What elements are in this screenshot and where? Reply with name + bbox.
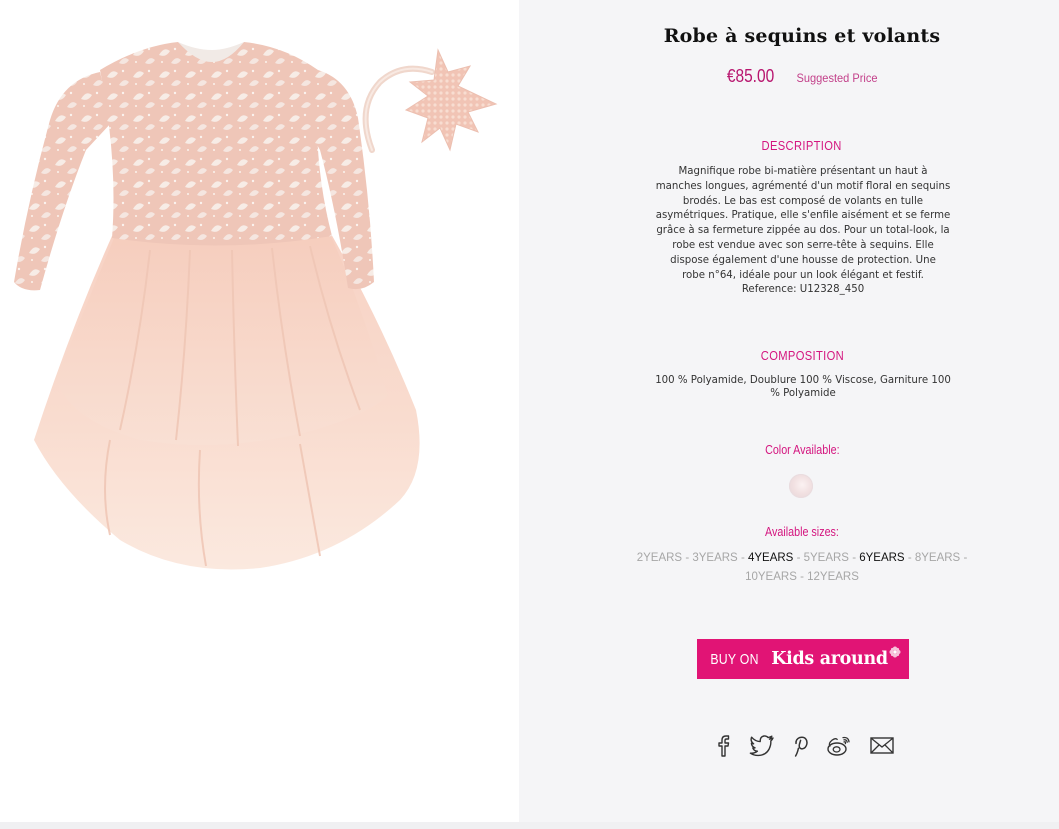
color-swatch[interactable] xyxy=(789,474,813,498)
size-option-available[interactable]: 4YEARS xyxy=(748,552,793,564)
description-line: dispose également d'une housse de protec… xyxy=(670,254,936,266)
description-line: manches longues, agrémenté d'un motif fl… xyxy=(655,180,951,192)
available-sizes-heading: Available sizes: xyxy=(765,525,839,539)
bodice xyxy=(100,42,332,246)
flower-icon xyxy=(889,646,901,658)
description-line: robe est vendue avec son serre-tête à se… xyxy=(672,239,934,251)
email-icon[interactable] xyxy=(867,730,897,760)
size-row: 2YEARS - 3YEARS - 4YEARS - 5YEARS - 6YEA… xyxy=(636,552,968,564)
headband xyxy=(362,48,498,153)
size-option-available[interactable]: 6YEARS xyxy=(859,552,904,564)
description-text: Magnifique robe bi-matière présentant un… xyxy=(642,165,964,298)
composition-heading: COMPOSITION xyxy=(760,348,844,363)
product-info-pane: Robe à sequins et volants €85.00 Suggest… xyxy=(519,0,1059,822)
product-image xyxy=(14,42,498,570)
size-list: 2YEARS - 3YEARS - 4YEARS - 5YEARS - 6YEA… xyxy=(632,549,972,587)
social-share-bar xyxy=(699,730,909,760)
description-line: Magnifique robe bi-matière présentant un… xyxy=(678,166,928,177)
footer-strip xyxy=(0,822,1059,829)
size-option[interactable]: 8YEARS xyxy=(915,552,960,564)
size-option[interactable]: 10YEARS xyxy=(745,571,797,583)
description-line: grâce à sa fermeture zippée au dos. Pour… xyxy=(656,225,950,237)
composition-line: % Polyamide xyxy=(770,387,836,399)
buy-on-kids-around-button[interactable]: BUY ON Kids around xyxy=(697,639,909,679)
color-available-heading: Color Available: xyxy=(764,443,840,457)
skirt-front xyxy=(56,234,388,446)
left-sleeve xyxy=(14,72,112,291)
buy-button-prefix: BUY ON xyxy=(710,650,759,668)
product-page: Robe à sequins et volants €85.00 Suggest… xyxy=(0,0,1059,829)
size-option[interactable]: 12YEARS xyxy=(807,571,859,583)
pinterest-icon[interactable] xyxy=(785,730,815,760)
price-row: €85.00 Suggested Price xyxy=(519,66,1059,87)
product-reference: Reference: U12328_450 xyxy=(741,284,865,296)
product-image-pane xyxy=(0,0,519,822)
size-option[interactable]: 2YEARS xyxy=(637,552,682,564)
size-option[interactable]: 5YEARS xyxy=(804,552,849,564)
composition-line: 100 % Polyamide, Doublure 100 % Viscose,… xyxy=(655,375,951,386)
facebook-icon[interactable] xyxy=(709,730,739,760)
description-line: brodés. Le bas est composé de volants en… xyxy=(682,195,924,207)
description-line: asymétriques. Pratique, elle s'enfile ai… xyxy=(655,210,951,222)
size-option[interactable]: 3YEARS xyxy=(692,552,737,564)
weibo-icon[interactable] xyxy=(824,730,854,760)
product-price: €85.00 xyxy=(726,66,775,86)
description-heading: DESCRIPTION xyxy=(761,138,843,153)
suggested-price-label: Suggested Price xyxy=(796,71,878,85)
size-row: 10YEARS - 12YEARS xyxy=(745,571,859,583)
composition-text: 100 % Polyamide, Doublure 100 % Viscose,… xyxy=(642,375,964,400)
description-line: robe n°64, idéale pour un look élégant e… xyxy=(682,269,924,281)
kids-around-logo-text: Kids around xyxy=(771,649,888,669)
twitter-icon[interactable] xyxy=(747,730,777,760)
product-title: Robe à sequins et volants xyxy=(663,25,941,47)
